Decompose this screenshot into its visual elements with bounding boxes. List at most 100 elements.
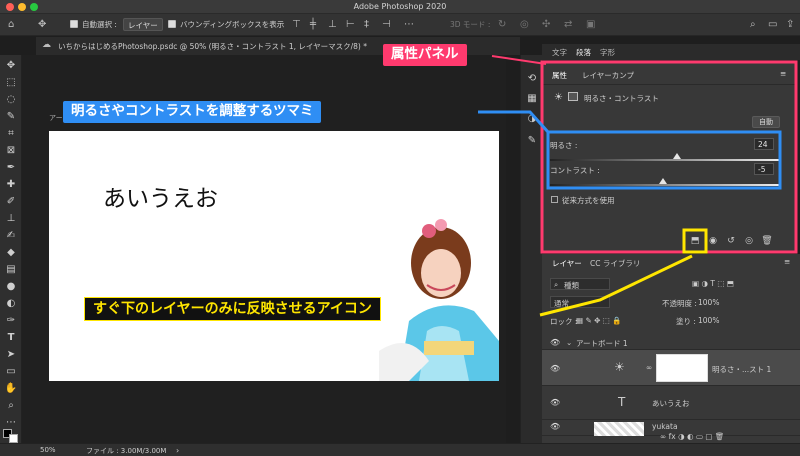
gradient-tool-icon[interactable]: ▤ xyxy=(4,263,18,277)
marquee-tool-icon[interactable]: ⬚ xyxy=(4,76,18,90)
opacity-value[interactable]: 100% xyxy=(698,298,719,307)
artboard-text[interactable]: あいうえお xyxy=(103,179,218,213)
frame-tool-icon[interactable]: ⊠ xyxy=(4,144,18,158)
align-center-icon[interactable]: ‡ xyxy=(364,19,369,30)
dodge-tool-icon[interactable]: ◐ xyxy=(4,297,18,311)
background-color-swatch[interactable] xyxy=(9,434,18,443)
type-tool-icon[interactable]: T xyxy=(4,331,18,345)
layer-row[interactable]: 👁 ☀ ∞ 明るさ・...スト 1 xyxy=(542,350,800,386)
layer-name[interactable]: あいうえお xyxy=(652,398,690,409)
workspace-icon[interactable]: ▭ xyxy=(768,19,777,30)
eye-icon[interactable]: 👁 xyxy=(550,338,560,347)
align-bottom-icon[interactable]: ⊥ xyxy=(328,19,337,30)
clone-stamp-icon[interactable]: ⊥ xyxy=(4,212,18,226)
layer-name[interactable]: 明るさ・...スト 1 xyxy=(712,364,771,375)
healing-brush-icon[interactable]: ✚ xyxy=(4,178,18,192)
artboard[interactable]: あいうえお xyxy=(49,131,499,381)
tab-layer-comps[interactable]: レイヤーカンプ xyxy=(582,70,634,81)
blur-tool-icon[interactable]: ● xyxy=(4,280,18,294)
rectangle-tool-icon[interactable]: ▭ xyxy=(4,365,18,379)
lock-icons[interactable]: ▦ ✎ ✥ ⬚ 🔒 xyxy=(576,316,622,325)
move-tool-icon[interactable]: ✥ xyxy=(4,59,18,73)
legacy-label: 従来方式を使用 xyxy=(562,196,615,205)
clip-to-layer-icon[interactable]: ⬒ xyxy=(688,234,702,248)
roll-3d-icon[interactable]: ◎ xyxy=(520,19,529,30)
yukata-photo[interactable] xyxy=(379,201,499,381)
status-menu-icon[interactable]: › xyxy=(176,446,179,455)
slide-3d-icon[interactable]: ⇄ xyxy=(564,19,572,30)
eye-icon[interactable]: 👁 xyxy=(550,364,560,373)
align-top-icon[interactable]: ⊤ xyxy=(292,19,301,30)
quick-select-tool-icon[interactable]: ✎ xyxy=(4,110,18,124)
auto-select-checkbox[interactable] xyxy=(70,20,78,28)
eyedropper-tool-icon[interactable]: ✒ xyxy=(4,161,18,175)
align-left-icon[interactable]: ⊢ xyxy=(346,19,355,30)
zoom-tool-icon[interactable]: ⌕ xyxy=(4,399,18,413)
pan-3d-icon[interactable]: ✣ xyxy=(542,19,550,30)
path-select-icon[interactable]: ➤ xyxy=(4,348,18,362)
share-icon[interactable]: ⇪ xyxy=(786,19,794,30)
layer-name[interactable]: yukata xyxy=(652,422,678,431)
pen-tool-icon[interactable]: ✑ xyxy=(4,314,18,328)
text-layer-icon: T xyxy=(618,395,626,409)
layer-mask-icon[interactable] xyxy=(568,92,578,101)
move-tool-icon[interactable]: ✥ xyxy=(38,19,46,30)
hand-tool-icon[interactable]: ✋ xyxy=(4,382,18,396)
eraser-tool-icon[interactable]: ◆ xyxy=(4,246,18,260)
align-middle-icon[interactable]: ╪ xyxy=(310,19,316,30)
orbit-3d-icon[interactable]: ↻ xyxy=(498,19,506,30)
auto-select-target-dropdown[interactable]: レイヤー xyxy=(123,18,163,31)
brightness-adjustment-icon: ☀ xyxy=(554,92,563,103)
window-title: Adobe Photoshop 2020 xyxy=(353,2,447,11)
tab-cc-libraries[interactable]: CC ライブラリ xyxy=(590,258,640,269)
tab-paragraph[interactable]: 段落 xyxy=(576,47,591,58)
brush-tool-icon[interactable]: ✐ xyxy=(4,195,18,209)
search-icon[interactable]: ⌕ xyxy=(750,19,756,30)
delete-icon[interactable]: 🗑 xyxy=(760,234,774,248)
tab-properties[interactable]: 属性 xyxy=(552,70,567,81)
tab-glyphs[interactable]: 字形 xyxy=(600,47,615,58)
home-icon[interactable]: ⌂ xyxy=(8,19,14,30)
layers-bottom-icons[interactable]: ∞ fx ◑ ◐ ▭ ▢ 🗑 xyxy=(660,432,724,441)
show-bbox-checkbox[interactable] xyxy=(168,20,176,28)
document-tab-label: いちからはじめるPhotoshop.psdc @ 50% (明るさ・コントラスト… xyxy=(58,42,367,51)
lasso-tool-icon[interactable]: ◌ xyxy=(4,93,18,107)
layers-menu-icon[interactable]: ≡ xyxy=(784,257,790,266)
view-previous-icon[interactable]: ◉ xyxy=(706,234,720,248)
visibility-icon[interactable]: ◎ xyxy=(742,234,756,248)
filter-kind-dropdown[interactable] xyxy=(550,278,610,290)
auto-button[interactable]: 自動 xyxy=(752,116,780,128)
layer-mask-thumbnail[interactable] xyxy=(656,354,708,382)
contrast-input[interactable]: -5 xyxy=(754,163,774,175)
align-right-icon[interactable]: ⊣ xyxy=(382,19,391,30)
swatches-panel-icon[interactable]: ▦ xyxy=(526,93,538,105)
eye-icon[interactable]: 👁 xyxy=(550,422,560,431)
filter-icons[interactable]: ▣ ◑ T ⬚ ⬒ xyxy=(692,279,734,288)
more-options-icon[interactable]: ⋯ xyxy=(404,19,414,30)
contrast-slider-thumb[interactable] xyxy=(658,178,667,184)
brightness-slider-track[interactable] xyxy=(550,159,780,161)
legacy-checkbox[interactable] xyxy=(551,196,558,203)
fill-value[interactable]: 100% xyxy=(698,316,719,325)
crop-tool-icon[interactable]: ⌗ xyxy=(4,127,18,141)
lock-label: ロック : xyxy=(550,317,578,326)
zoom-level[interactable]: 50% xyxy=(40,446,56,454)
history-panel-icon[interactable]: ⟲ xyxy=(526,73,538,85)
contrast-slider-track[interactable] xyxy=(550,184,780,186)
layer-thumbnail[interactable] xyxy=(594,422,644,436)
tab-character[interactable]: 文字 xyxy=(552,47,567,58)
eye-icon[interactable]: 👁 xyxy=(550,398,560,407)
history-brush-icon[interactable]: ✍ xyxy=(4,229,18,243)
more-tools-icon[interactable]: ⋯ xyxy=(4,416,18,430)
panel-menu-icon[interactable]: ≡ xyxy=(780,69,786,78)
tab-layers[interactable]: レイヤー xyxy=(552,258,582,269)
adjustments-panel-icon[interactable]: ◑ xyxy=(526,113,538,125)
brightness-input[interactable]: 24 xyxy=(754,138,774,150)
brightness-slider-thumb[interactable] xyxy=(672,153,681,159)
chevron-down-icon[interactable]: ⌄ xyxy=(566,338,572,347)
reset-icon[interactable]: ↺ xyxy=(724,234,738,248)
brush-panel-icon[interactable]: ✎ xyxy=(526,135,538,147)
scale-3d-icon[interactable]: ▣ xyxy=(586,19,595,30)
layer-group-row[interactable]: 👁 ⌄ アートボード 1 xyxy=(542,334,800,350)
layer-row[interactable]: 👁 T あいうえお xyxy=(542,386,800,420)
